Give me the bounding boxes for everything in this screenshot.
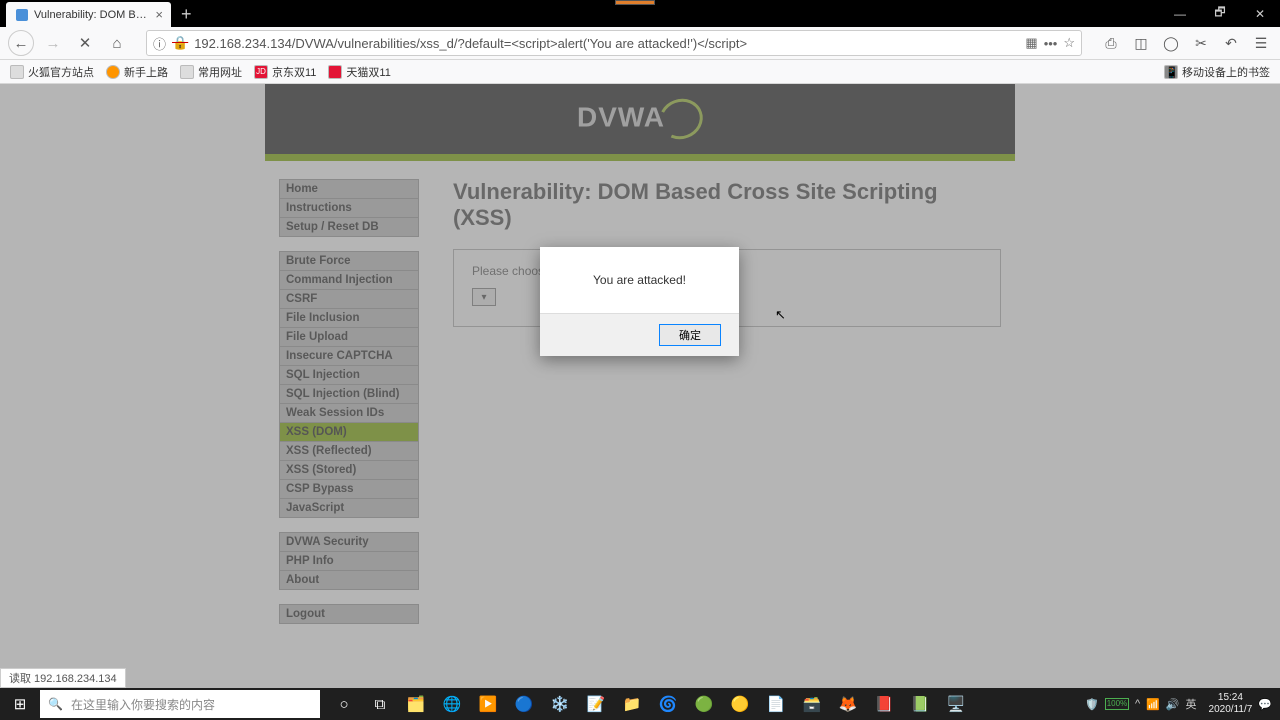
taskbar-search[interactable]: 🔍 在这里输入你要搜索的内容: [40, 690, 320, 718]
tray-icon[interactable]: 🛡️: [1085, 698, 1099, 711]
mobile-bookmarks[interactable]: 📱移动设备上的书签: [1164, 64, 1270, 80]
screenshot-icon[interactable]: ✂: [1190, 32, 1212, 54]
undo-icon[interactable]: ↶: [1220, 32, 1242, 54]
app-icon[interactable]: 🔵: [506, 688, 542, 720]
app-icon[interactable]: ▶️: [470, 688, 506, 720]
tab-title: Vulnerability: DOM Based C: [34, 9, 151, 21]
bookmark-item[interactable]: 天猫双11: [328, 64, 390, 80]
alert-message: You are attacked!: [540, 247, 739, 313]
tab-close-icon[interactable]: ×: [155, 7, 163, 22]
insecure-icon: 🔒: [172, 35, 188, 51]
reader-icon[interactable]: ▦: [1025, 35, 1037, 51]
chevron-up-icon[interactable]: ^: [1135, 698, 1140, 710]
forward-button[interactable]: →: [40, 30, 66, 56]
bookmark-item[interactable]: JD京东双11: [254, 64, 316, 80]
browser-tab[interactable]: Vulnerability: DOM Based C ×: [6, 2, 171, 27]
notifications-icon[interactable]: 💬: [1258, 698, 1272, 711]
stop-button[interactable]: ✕: [72, 30, 98, 56]
search-placeholder: 在这里输入你要搜索的内容: [71, 696, 215, 713]
window-close[interactable]: ✕: [1240, 0, 1280, 27]
bookmark-star-icon[interactable]: ☆: [1063, 35, 1075, 51]
window-maximize[interactable]: 🗗: [1200, 0, 1240, 27]
accent-indicator: [615, 0, 655, 5]
app-icon[interactable]: 🌀: [650, 688, 686, 720]
address-bar[interactable]: ⓘ 🔒 192.168.234.134/DVWA/vulnerabilities…: [146, 30, 1082, 56]
app-icon[interactable]: ❄️: [542, 688, 578, 720]
app-icon[interactable]: 📝: [578, 688, 614, 720]
start-button[interactable]: ⊞: [0, 688, 40, 720]
battery-icon[interactable]: 100%: [1105, 698, 1129, 710]
library-icon[interactable]: ⎙: [1100, 32, 1122, 54]
modal-overlay: [0, 84, 1280, 688]
tab-favicon: [16, 9, 28, 21]
home-button[interactable]: ⌂: [104, 30, 130, 56]
bookmark-item[interactable]: 常用网址: [180, 64, 242, 80]
wifi-icon[interactable]: 📶: [1146, 698, 1160, 711]
menu-icon[interactable]: ☰: [1250, 32, 1272, 54]
app-icon[interactable]: 🗃️: [794, 688, 830, 720]
app-icon[interactable]: 🖥️: [938, 688, 974, 720]
bookmark-item[interactable]: 火狐官方站点: [10, 64, 94, 80]
taskbar-apps: ○ ⧉ 🗂️ 🌐 ▶️ 🔵 ❄️ 📝 📁 🌀 🟢 🟡 📄 🗃️ 🦊 📕 📗 🖥️: [326, 688, 974, 720]
edge-icon[interactable]: 🌐: [434, 688, 470, 720]
taskbar-clock[interactable]: 15:24 2020/11/7: [1209, 692, 1253, 716]
more-icon[interactable]: •••: [1044, 36, 1058, 51]
viewport: DVWA HomeInstructionsSetup / Reset DB Br…: [0, 84, 1280, 688]
sidebar-icon[interactable]: ◫: [1130, 32, 1152, 54]
taskview-icon[interactable]: ⧉: [362, 688, 398, 720]
chrome-icon[interactable]: 🟡: [722, 688, 758, 720]
cortana-icon[interactable]: ○: [326, 688, 362, 720]
ime-icon[interactable]: 英: [1186, 696, 1197, 712]
app-icon[interactable]: 📕: [866, 688, 902, 720]
status-tip: 读取 192.168.234.134: [0, 668, 126, 688]
info-icon: ⓘ: [153, 34, 166, 53]
window-minimize[interactable]: —: [1160, 0, 1200, 27]
windows-taskbar: ⊞ 🔍 在这里输入你要搜索的内容 ○ ⧉ 🗂️ 🌐 ▶️ 🔵 ❄️ 📝 📁 🌀 …: [0, 688, 1280, 720]
bookmarks-bar: 火狐官方站点 新手上路 常用网址 JD京东双11 天猫双11 📱移动设备上的书签: [0, 60, 1280, 84]
volume-icon[interactable]: 🔊: [1166, 698, 1180, 711]
folder-icon[interactable]: 📁: [614, 688, 650, 720]
app-icon[interactable]: 📄: [758, 688, 794, 720]
url-text: 192.168.234.134/DVWA/vulnerabilities/xss…: [194, 36, 1019, 51]
new-tab-button[interactable]: +: [181, 4, 192, 25]
firefox-icon[interactable]: 🦊: [830, 688, 866, 720]
chrome-icon[interactable]: 🟢: [686, 688, 722, 720]
account-icon[interactable]: ◯: [1160, 32, 1182, 54]
alert-dialog: You are attacked! 确定: [540, 247, 739, 356]
browser-titlebar: Vulnerability: DOM Based C × + — 🗗 ✕: [0, 0, 1280, 27]
search-icon: 🔍: [48, 697, 63, 711]
explorer-icon[interactable]: 🗂️: [398, 688, 434, 720]
bookmark-item[interactable]: 新手上路: [106, 64, 168, 80]
cursor-icon: ↖: [775, 307, 786, 323]
app-icon[interactable]: 📗: [902, 688, 938, 720]
browser-toolbar: ← → ✕ ⌂ ⓘ 🔒 192.168.234.134/DVWA/vulnera…: [0, 27, 1280, 60]
system-tray: 🛡️ 100% ^ 📶 🔊 英 15:24 2020/11/7 💬: [1085, 692, 1280, 716]
back-button[interactable]: ←: [8, 30, 34, 56]
alert-ok-button[interactable]: 确定: [659, 324, 721, 346]
